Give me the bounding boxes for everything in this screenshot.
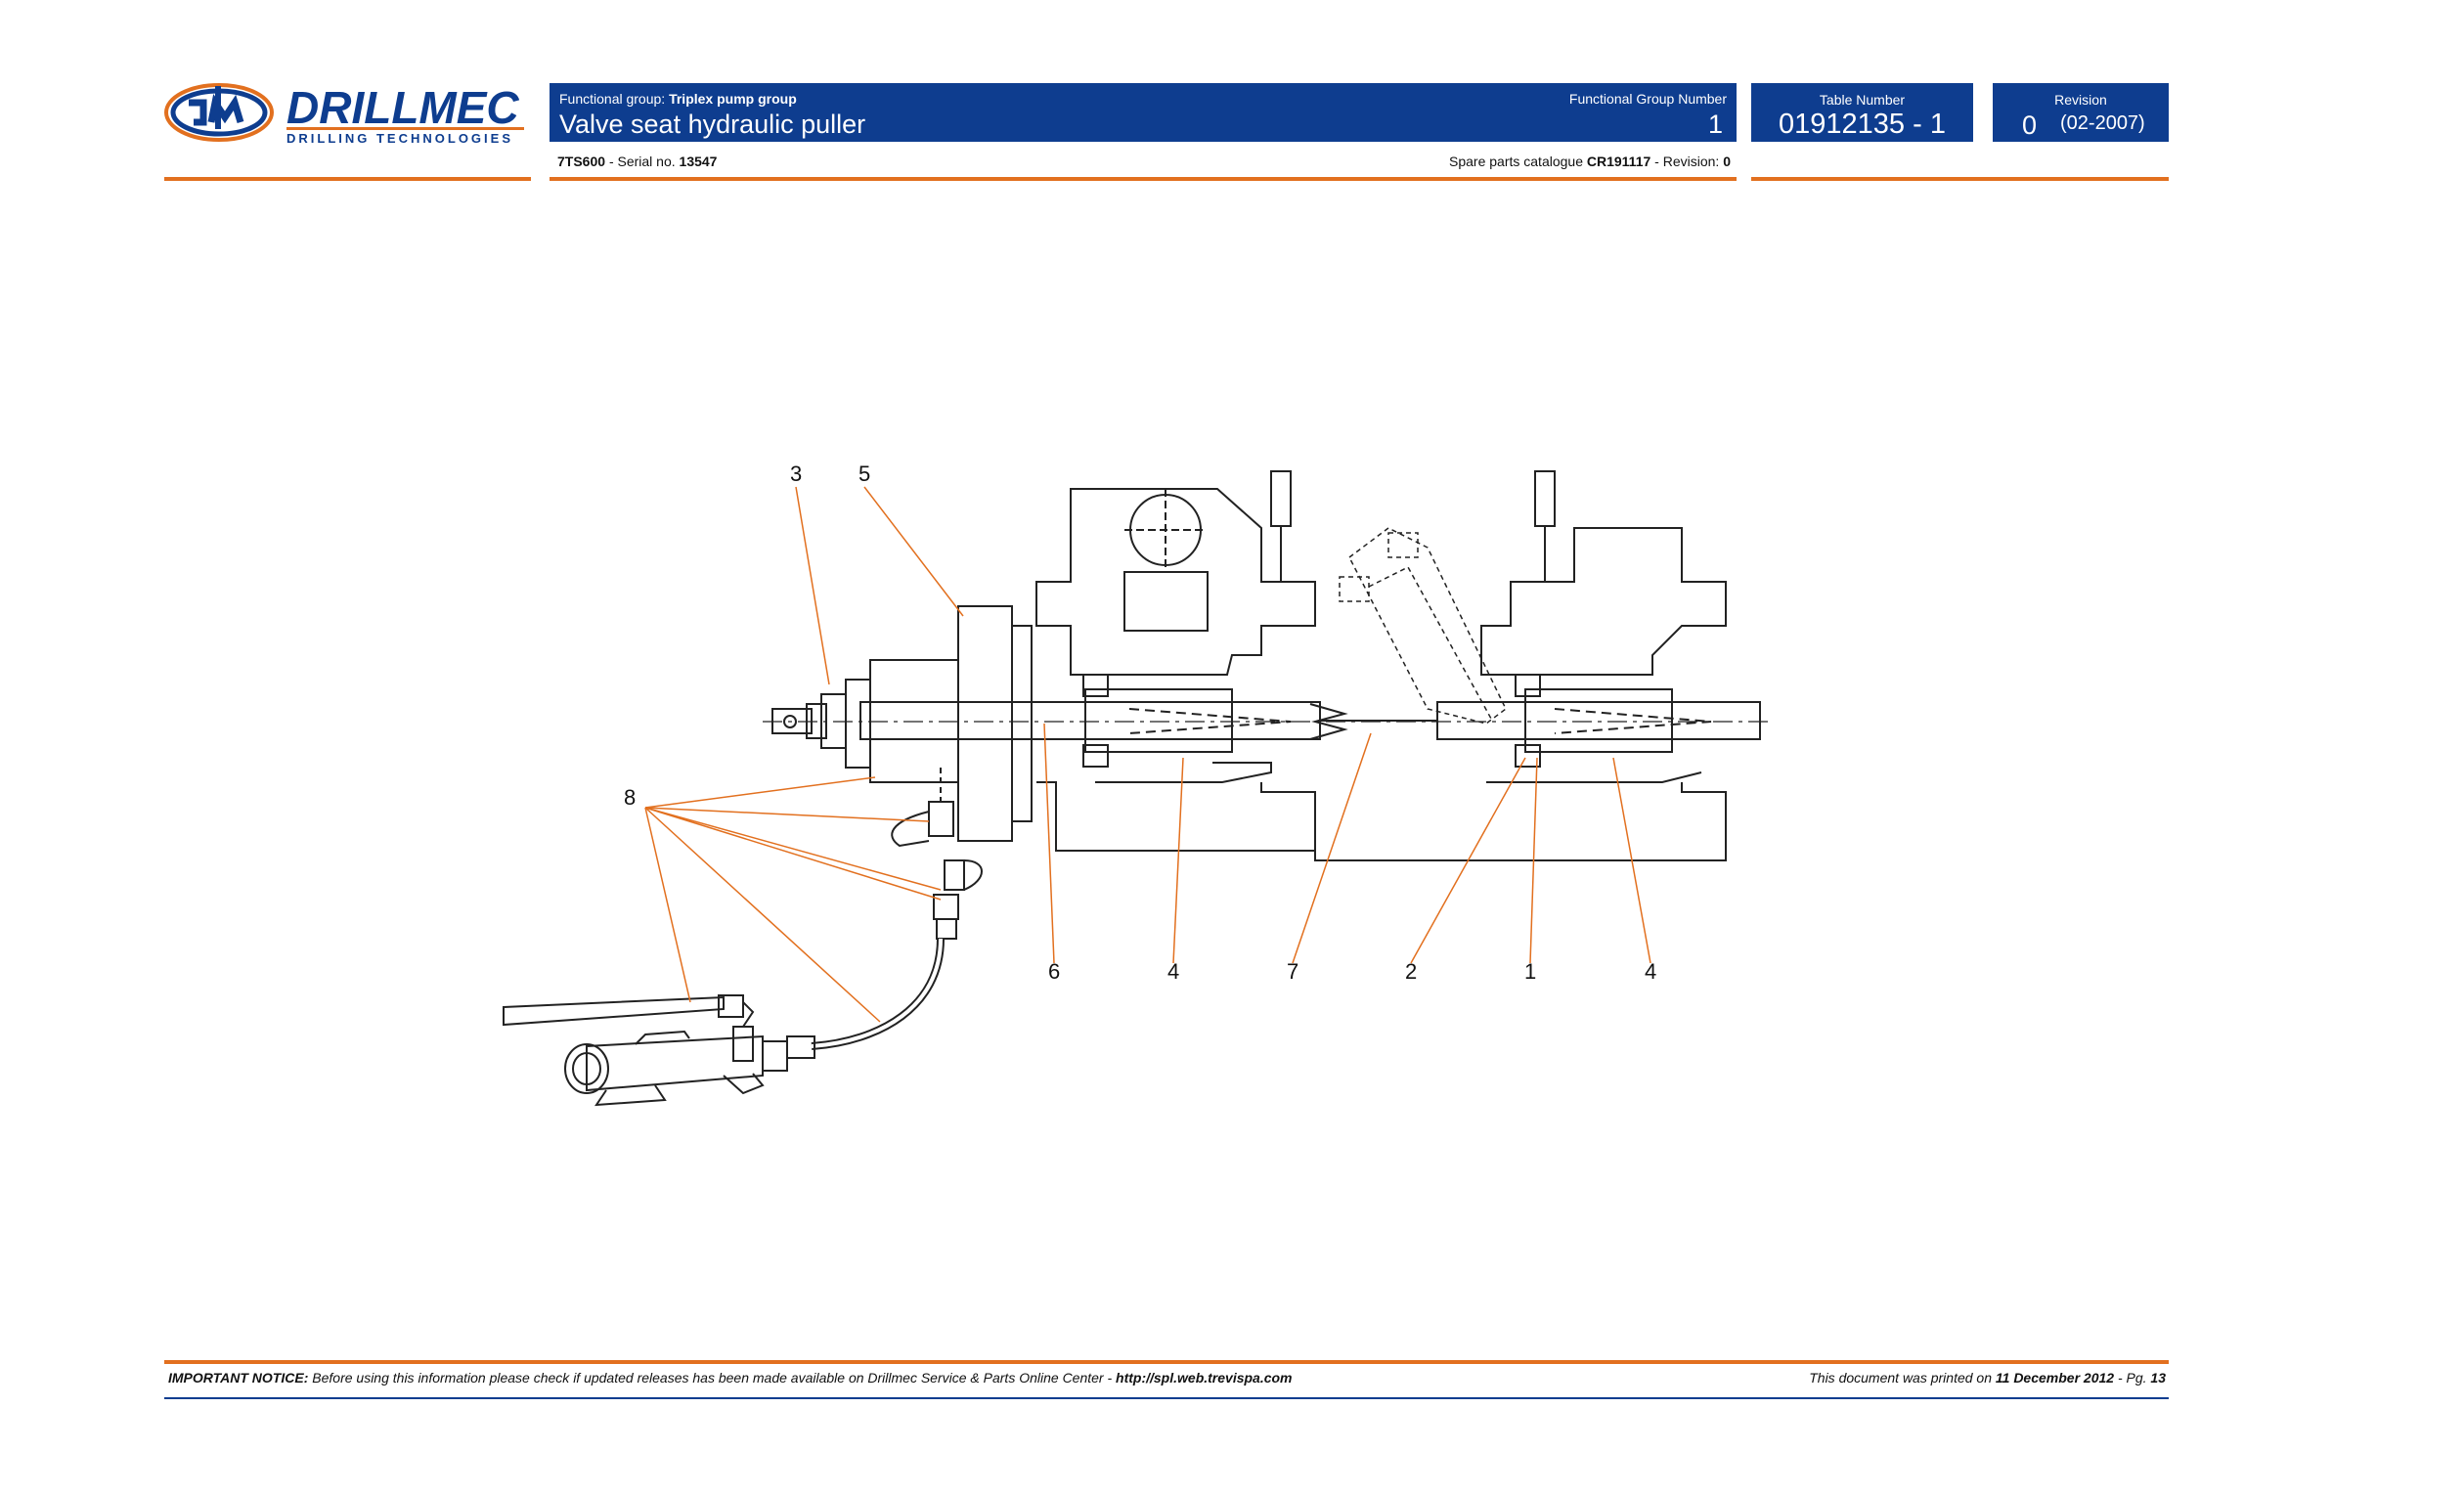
- logo-tagline: DRILLING TECHNOLOGIES: [286, 131, 513, 146]
- callout-6: 6: [1048, 959, 1060, 984]
- footer-divider-bottom: [164, 1397, 2169, 1399]
- footer-divider-top: [164, 1360, 2169, 1364]
- functional-group-label: Functional group:: [559, 91, 666, 107]
- drillmec-logo: DRILLMEC DRILLING TECHNOLOGIES: [164, 82, 524, 146]
- functional-group-number-label: Functional Group Number: [1568, 91, 1727, 107]
- logo-wordmark: DRILLMEC: [286, 82, 519, 133]
- callout-7: 7: [1287, 959, 1298, 984]
- serial-label: - Serial no.: [608, 154, 676, 169]
- print-info: This document was printed on 11 December…: [1467, 1370, 2166, 1386]
- divider-right: [1751, 177, 2169, 181]
- catalogue-revision-label: - Revision:: [1654, 154, 1720, 169]
- callout-2: 2: [1405, 959, 1417, 984]
- callout-4b: 4: [1645, 959, 1656, 984]
- page-number: 13: [2150, 1370, 2166, 1386]
- notice-text: Before using this information please che…: [312, 1370, 1113, 1386]
- callout-leaders: [644, 486, 1651, 1023]
- hand-pump: [503, 994, 788, 1107]
- valve-seat-puller-drawing: 3 5 8 6 4 7 2 1 4: [503, 462, 1770, 1107]
- callout-1: 1: [1524, 959, 1536, 984]
- table-number: 01912135 - 1: [1779, 109, 1946, 140]
- revision-number: 0: [2022, 110, 2038, 140]
- notice-url-link[interactable]: http://spl.web.trevispa.com: [1116, 1370, 1292, 1386]
- callout-5: 5: [858, 462, 870, 486]
- serial-number: 13547: [679, 154, 718, 169]
- catalogue-info: Spare parts catalogue CR191117 - Revisio…: [1173, 154, 1731, 169]
- table-number-box: Table Number 01912135 - 1: [1751, 83, 1973, 142]
- catalogue-revision: 0: [1723, 154, 1731, 169]
- pump-block-left: [1035, 470, 1316, 852]
- page-title: Valve seat hydraulic puller: [559, 110, 866, 139]
- printed-date: 11 December 2012: [1995, 1370, 2115, 1386]
- hydraulic-cylinder: [771, 605, 1033, 842]
- functional-group-box: Functional group: Triplex pump group Val…: [550, 83, 1737, 142]
- revision-box: Revision 0 (02-2007): [1993, 83, 2169, 142]
- model: 7TS600: [557, 154, 606, 169]
- important-notice: IMPORTANT NOTICE: Before using this info…: [168, 1370, 1293, 1386]
- revision-date: (02-2007): [2060, 112, 2145, 134]
- functional-group-number: 1: [1707, 110, 1723, 139]
- callout-3: 3: [790, 462, 802, 486]
- model-serial-info: 7TS600 - Serial no. 13547: [557, 154, 717, 169]
- divider-left: [164, 177, 531, 181]
- revision-label: Revision: [2054, 92, 2107, 108]
- printed-prefix: This document was printed on: [1809, 1370, 1992, 1386]
- page-label: - Pg.: [2117, 1370, 2147, 1386]
- functional-group-name: Triplex pump group: [669, 91, 797, 107]
- divider-center: [550, 177, 1737, 181]
- catalogue-label: Spare parts catalogue: [1449, 154, 1583, 169]
- callout-4a: 4: [1167, 959, 1179, 984]
- notice-label: IMPORTANT NOTICE:: [168, 1370, 309, 1386]
- pump-block-right: [1314, 470, 1727, 861]
- table-number-label: Table Number: [1819, 92, 1906, 108]
- puller-rod: [859, 674, 1761, 768]
- catalogue-code: CR191117: [1586, 154, 1651, 169]
- hydraulic-hose: [786, 768, 983, 1059]
- callout-8: 8: [624, 785, 636, 810]
